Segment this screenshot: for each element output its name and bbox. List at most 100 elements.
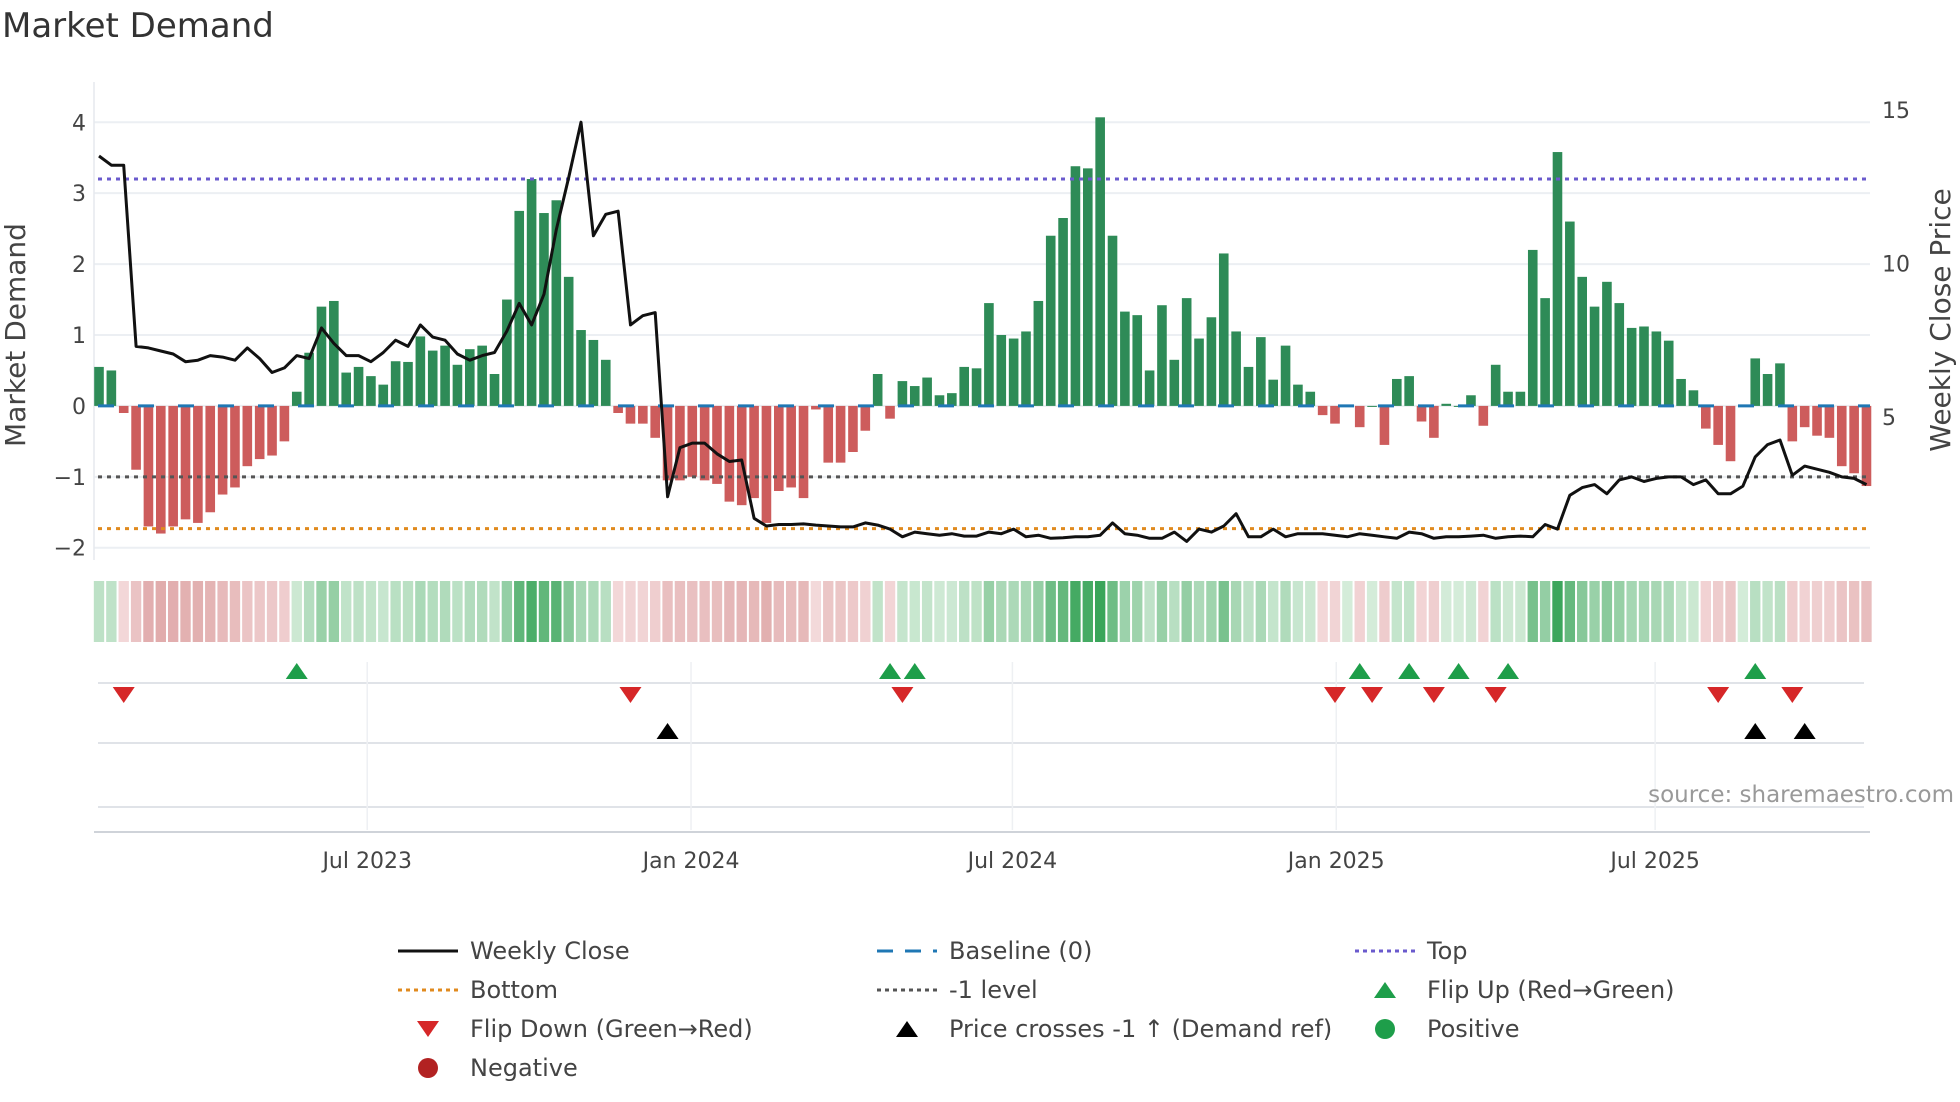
heatmap-cell: [1502, 581, 1514, 642]
demand-bar-positive: [1602, 281, 1612, 406]
heatmap-cell: [415, 581, 426, 642]
demand-bar-negative: [180, 405, 191, 520]
demand-bar-negative: [205, 405, 216, 513]
heatmap-cell: [1465, 581, 1477, 642]
heatmap-cell: [1478, 581, 1489, 642]
y2-tick-label: 5: [1882, 406, 1896, 431]
demand-bar-positive: [378, 384, 389, 406]
x-tick-label: Jul 2023: [320, 849, 412, 874]
heatmap-cell: [229, 581, 241, 642]
heatmap-cell: [1861, 581, 1872, 642]
heatmap-cell: [205, 581, 216, 642]
x-tick-label: Jul 2025: [1608, 849, 1700, 874]
demand-bar-positive: [304, 352, 314, 406]
heatmap-cell: [1651, 581, 1662, 642]
heatmap-cell: [130, 581, 142, 642]
heatmap-cell: [600, 581, 611, 642]
heatmap-cell: [959, 581, 970, 642]
y-tick-label: 2: [72, 253, 86, 278]
heatmap-cell: [687, 581, 698, 642]
demand-bar-positive: [526, 179, 537, 406]
demand-bar-negative: [1354, 405, 1365, 428]
heatmap-cell: [1008, 581, 1019, 642]
heatmap-cell: [365, 581, 377, 642]
y2-tick-label: 10: [1882, 252, 1910, 277]
heatmap-cell: [1762, 581, 1773, 642]
heatmap-cell: [1638, 581, 1650, 642]
heatmap-cell: [1342, 581, 1353, 642]
heatmap-cell: [823, 581, 834, 642]
demand-bar-positive: [502, 299, 512, 406]
demand-bar-positive: [1293, 384, 1303, 406]
heatmap-cell: [934, 581, 945, 642]
demand-bar-positive: [922, 377, 932, 406]
demand-bar-negative: [1824, 405, 1835, 438]
demand-bar-negative: [217, 405, 228, 495]
heatmap-cell: [390, 581, 401, 642]
flip-down-marker: [1781, 687, 1804, 703]
demand-bar-negative: [279, 405, 290, 442]
demand-bar-positive: [1614, 303, 1625, 406]
demand-bar-positive: [1144, 370, 1155, 406]
heatmap-cell: [909, 581, 920, 642]
demand-bar-negative: [675, 405, 685, 481]
demand-bar-positive: [1231, 331, 1241, 406]
heatmap-cell: [1577, 581, 1588, 642]
heatmap-cell: [897, 581, 908, 642]
demand-bar-negative: [1416, 405, 1427, 422]
flip-down-marker: [1422, 687, 1445, 703]
demand-bar-positive: [1280, 345, 1291, 406]
demand-bar-negative: [193, 405, 203, 523]
demand-bar-positive: [1206, 317, 1217, 406]
price-cross-marker: [656, 723, 679, 739]
demand-bar-positive: [316, 306, 327, 406]
demand-bar-positive: [1651, 331, 1662, 406]
demand-bar-positive: [106, 370, 117, 406]
flip-up-marker: [1398, 663, 1421, 679]
heatmap-cell: [575, 581, 587, 642]
y2-tick-label: 15: [1882, 99, 1910, 124]
demand-bar-negative: [798, 405, 809, 499]
demand-bar-positive: [1120, 311, 1130, 406]
flip-up-marker: [1447, 663, 1470, 679]
heatmap-cell: [526, 581, 537, 642]
flip-down-marker: [1361, 687, 1384, 703]
demand-bar-positive: [415, 336, 426, 406]
demand-bar-positive: [1503, 391, 1513, 406]
demand-bar-positive: [1169, 359, 1180, 406]
heatmap-cell: [1045, 581, 1056, 642]
heatmap-cell: [118, 581, 129, 642]
heatmap-cell: [93, 581, 105, 642]
demand-bar-positive: [1132, 315, 1143, 406]
heatmap-cell: [1292, 581, 1304, 642]
heatmap-cell: [1033, 581, 1044, 642]
heatmap-cell: [1725, 581, 1736, 642]
demand-bar-positive: [1045, 235, 1056, 406]
heatmap-cell: [1799, 581, 1810, 642]
heatmap-cell: [1206, 581, 1217, 642]
heatmap-cell: [637, 581, 649, 642]
demand-bar-positive: [1565, 221, 1575, 406]
demand-bar-positive: [1490, 364, 1501, 406]
demand-bar-positive: [329, 300, 339, 406]
demand-bar-negative: [1849, 405, 1859, 474]
demand-bar-positive: [1750, 358, 1761, 406]
heatmap-cell: [1515, 581, 1526, 642]
heatmap-cell: [192, 581, 204, 642]
heatmap-cell: [773, 581, 784, 642]
demand-bar-positive: [1676, 378, 1686, 406]
heatmap-cell: [1255, 581, 1267, 642]
demand-bar-positive: [1367, 405, 1377, 407]
heatmap-cell: [1700, 581, 1711, 642]
heatmap-cell: [1268, 581, 1279, 642]
demand-bar-negative: [118, 405, 129, 413]
demand-bar-negative: [823, 405, 834, 463]
demand-bar-negative: [736, 405, 747, 506]
demand-bar-negative: [131, 405, 141, 470]
demand-bar-negative: [885, 405, 895, 419]
heatmap-cell: [538, 581, 550, 642]
demand-bar-positive: [947, 393, 957, 406]
heatmap-cell: [303, 581, 315, 642]
demand-bar-negative: [1478, 405, 1489, 426]
flip-down-marker: [1324, 687, 1346, 703]
